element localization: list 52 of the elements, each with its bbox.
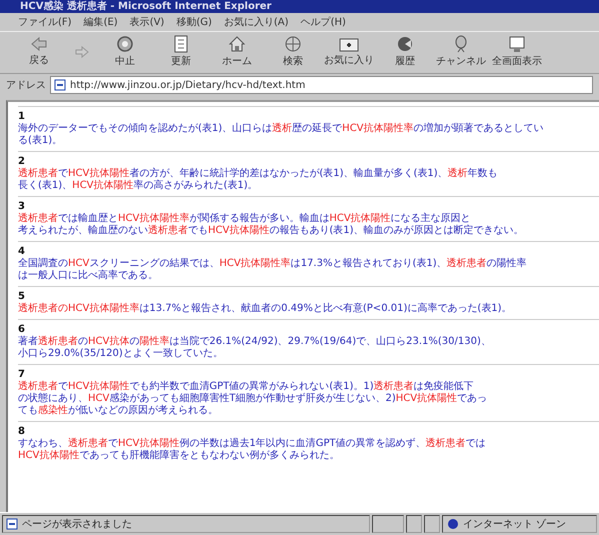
toolbar-button[interactable]: 全画面表示: [492, 34, 542, 69]
item-number: 5: [18, 291, 25, 302]
globe-icon: [284, 35, 302, 53]
globe-icon: [447, 518, 459, 530]
paragraph: 透析患者でHCV抗体陽性者の方が、年齢に統計学的差はなかったが(表1)、輸血量が多く(表1)、透析年数も 長く(表1)、HCV抗体陽性率の高さがみられた(表1)。: [18, 168, 498, 192]
item-number: 1: [18, 111, 25, 123]
item-number: 4: [18, 246, 25, 258]
back-icon: [30, 36, 48, 52]
paragraph: 著者透析患者のHCV抗体の陽性率は当院で26.1%(24/92)、29.7%(19/64)で、山口ら23.1%(30/130)、 小口ら29.0%(35/120)とよく一致していた。: [18, 336, 491, 360]
item-number: 8: [18, 426, 25, 438]
toolbar-button[interactable]: ホーム: [212, 34, 262, 69]
toolbar-button[interactable]: 履歴: [380, 34, 430, 69]
item-number: 3: [18, 201, 25, 212]
page-icon: [6, 518, 18, 530]
toolbar-button[interactable]: チャンネル: [436, 34, 486, 69]
address-field[interactable]: http://www.jinzou.or.jp/Dietary/hcv-hd/text.htm: [50, 76, 593, 94]
status-pane: [406, 515, 422, 533]
paragraph: 透析患者では輸血歴と HCV抗体陽性率が関係する報告が多い。輸血はHCV抗体陽性になる主な原因と 考えられたが、輸血歴のない透析患者でも HCV抗体陽性の報告もあり(表1)、輸血のみが原因とは断定できない。: [18, 213, 524, 237]
page-icon: [173, 35, 189, 53]
toolbar-button[interactable]: 更新: [156, 34, 206, 69]
history-icon: [396, 35, 414, 53]
page-icon: [54, 79, 66, 91]
item-number: 7: [18, 369, 25, 380]
status-text: ページが表示されました: [22, 518, 132, 531]
toolbar-button[interactable]: お気に入り: [324, 35, 374, 68]
paragraph: すなわち、透析患者でHCV抗体陽性例の半数は過去1年以内に血清GPT値の異常を認めず、透析患者では HCV抗体陽性であっても肝機能障害をともなわない例が多くみられた。: [18, 438, 486, 462]
toolbar-button[interactable]: 戻る: [14, 35, 64, 68]
folder-icon: [339, 36, 359, 52]
stop-icon: [116, 35, 134, 53]
zone-text: インターネット ゾーン: [463, 518, 566, 531]
menu-item[interactable]: 表示(V): [130, 15, 164, 29]
paragraph: 海外のデーターでもその傾向を認めたが(表1)、山口らは透析歴の延長でHCV抗体陽性率の増加が顕著であるとしてい る(表1)。: [18, 123, 544, 147]
paragraph: 透析患者でHCV抗体陽性でも約半数で血清GPT値の異常がみられない(表1)。1)透析患者は免疫能低下 の状態にあり、HCV感染があっても細胞障害性T細胞が作動せず肝炎が生じない、2)HCV抗体陽性であっ ても感染性が低いなどの原因が考えられる。: [18, 381, 488, 417]
menu-item[interactable]: お気に入り(A): [224, 15, 289, 29]
menu-item[interactable]: ファイル(F): [18, 15, 72, 29]
window-title: HCV感染 透析患者 - Microsoft Internet Explorer: [20, 0, 272, 12]
item-number: 6: [18, 324, 25, 336]
menu-item[interactable]: 編集(E): [84, 15, 118, 29]
menu-item[interactable]: ヘルプ(H): [300, 15, 346, 29]
status-pane: [372, 515, 404, 533]
toolbar-button[interactable]: 検索: [268, 34, 318, 69]
menu-item[interactable]: 移動(G): [176, 15, 212, 29]
satellite-icon: [453, 35, 469, 53]
paragraph: 全国調査のHCVスクリーニングの結果では、HCV抗体陽性率は17.3%と報告されており(表1)、透析患者の陽性率 は一般人口に比べ高率である。: [18, 258, 527, 282]
item-number: 2: [18, 156, 25, 168]
toolbar-button[interactable]: 中止: [100, 34, 150, 69]
forward-icon: [75, 44, 89, 60]
status-pane: [424, 515, 440, 533]
monitor-icon: [508, 35, 526, 53]
home-icon: [228, 35, 246, 53]
address-label: アドレス: [6, 79, 46, 92]
paragraph: 透析患者のHCV抗体陽性率は13.7%と報告され、献血者の0.49%と比べ有意(P<0.01)に高率であった(表1)。: [18, 303, 512, 315]
